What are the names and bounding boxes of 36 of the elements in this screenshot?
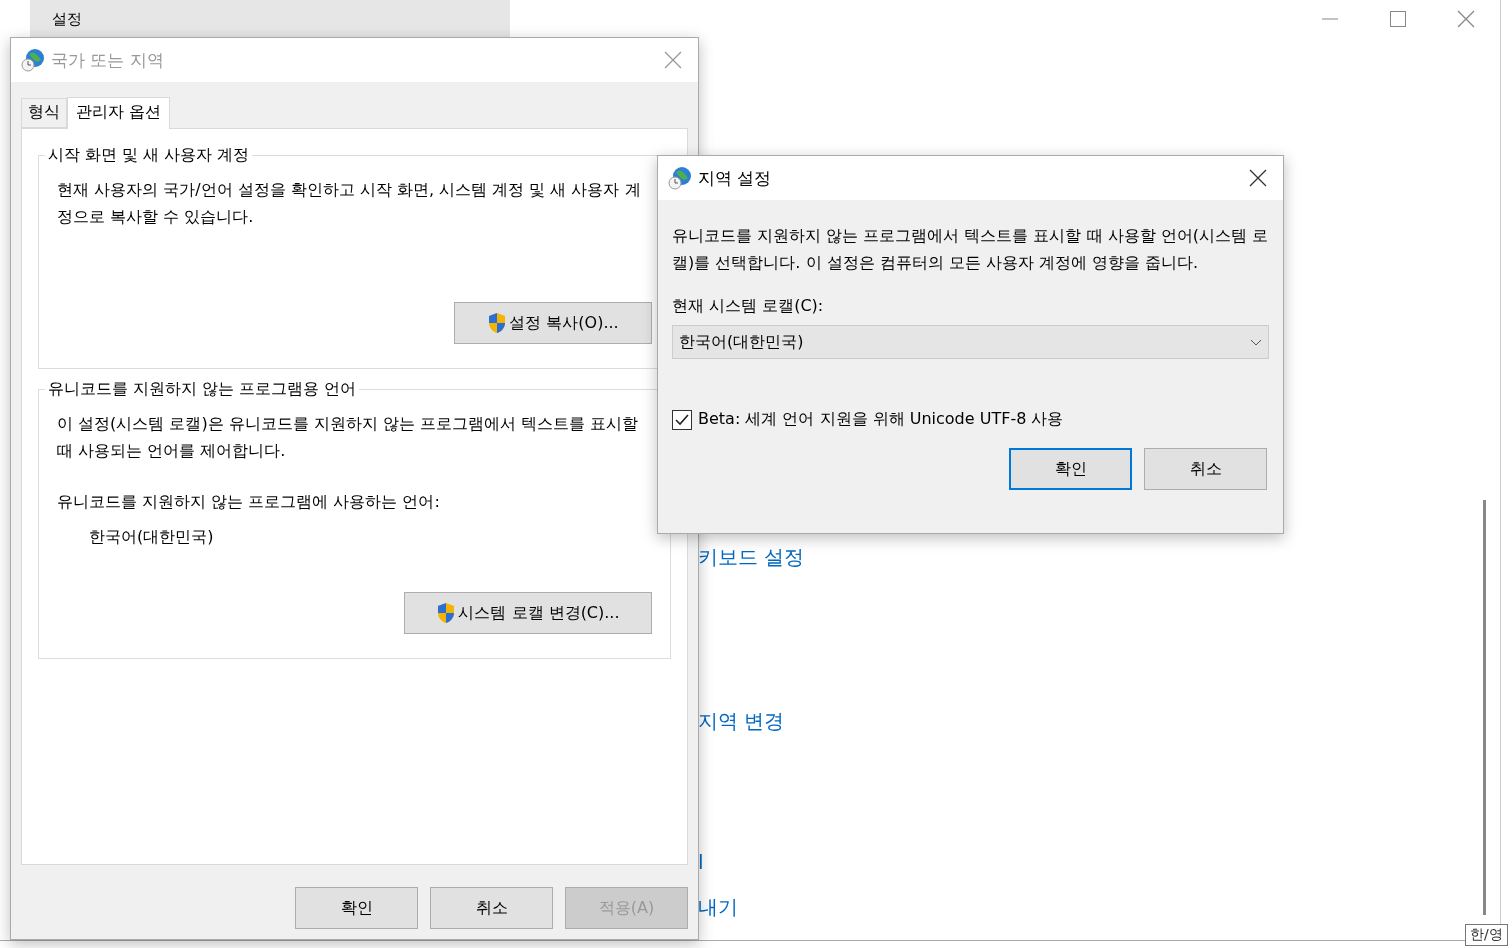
field-label: 유니코드를 지원하지 않는 프로그램에 사용하는 언어: (57, 491, 441, 513)
globe-clock-icon (21, 48, 45, 72)
dialog-title: 국가 또는 지역 (51, 48, 164, 72)
dialog-button[interactable]: 취소 (1144, 448, 1267, 490)
admin-button[interactable]: 설정 복사(O)... (454, 302, 652, 344)
shield-icon (436, 602, 457, 624)
maximize-icon[interactable] (1390, 11, 1406, 27)
dialog-title: 지역 설정 (698, 166, 772, 190)
description-text: 이 설정(시스템 로캘)은 유니코드를 지원하지 않는 프로그램에서 텍스트를 표시할 때 사용되는 언어를 제어합니다. (57, 413, 640, 462)
globe-clock-icon (668, 166, 692, 190)
settings-link[interactable]: 내기 (698, 893, 738, 921)
scrollbar[interactable] (1483, 500, 1486, 915)
tab[interactable]: 관리자 옵션 (67, 97, 171, 129)
chevron-down-icon (1250, 338, 1262, 346)
close-icon[interactable] (1249, 169, 1267, 187)
description-text: 현재 사용자의 국가/언어 설정을 확인하고 시작 화면, 시스템 계정 및 새 사용자 계정으로 복사할 수 있습니다. (57, 179, 642, 228)
window-title: 설정 (52, 9, 82, 29)
shield-icon (487, 312, 508, 334)
locale-value: 한국어(대한민국) (89, 527, 215, 548)
admin-button[interactable]: 시스템 로캘 변경(C)... (404, 592, 652, 634)
checkbox[interactable] (672, 409, 692, 430)
settings-link[interactable]: 키보드 설정 (698, 543, 805, 571)
ime-indicator: 한/영 (1465, 924, 1508, 946)
description-text: 유니코드를 지원하지 않는 프로그램에서 텍스트를 표시할 때 사용할 언어(시스템 로캘)를 선택합니다. 이 설정은 컴퓨터의 모든 사용자 계정에 영향을 줍니다. (672, 225, 1269, 274)
group-title: 시작 화면 및 새 사용자 계정 (45, 145, 253, 166)
dialog-button[interactable]: 확인 (1009, 448, 1132, 490)
tab[interactable]: 형식 (21, 98, 67, 128)
dialog-button[interactable]: 확인 (295, 887, 418, 929)
check-icon (675, 413, 689, 426)
locale-dropdown[interactable]: 한국어(대한민국) (672, 325, 1269, 359)
checkbox-label: Beta: 세계 언어 지원을 위해 Unicode UTF-8 사용 (698, 409, 1064, 430)
group-title: 유니코드를 지원하지 않는 프로그램용 언어 (45, 379, 360, 400)
settings-link[interactable]: 지역 변경 (698, 707, 785, 735)
field-label: 현재 시스템 로캘(C): (672, 295, 825, 317)
dialog-button[interactable]: 취소 (430, 887, 553, 929)
settings-link[interactable]: l (698, 848, 704, 876)
